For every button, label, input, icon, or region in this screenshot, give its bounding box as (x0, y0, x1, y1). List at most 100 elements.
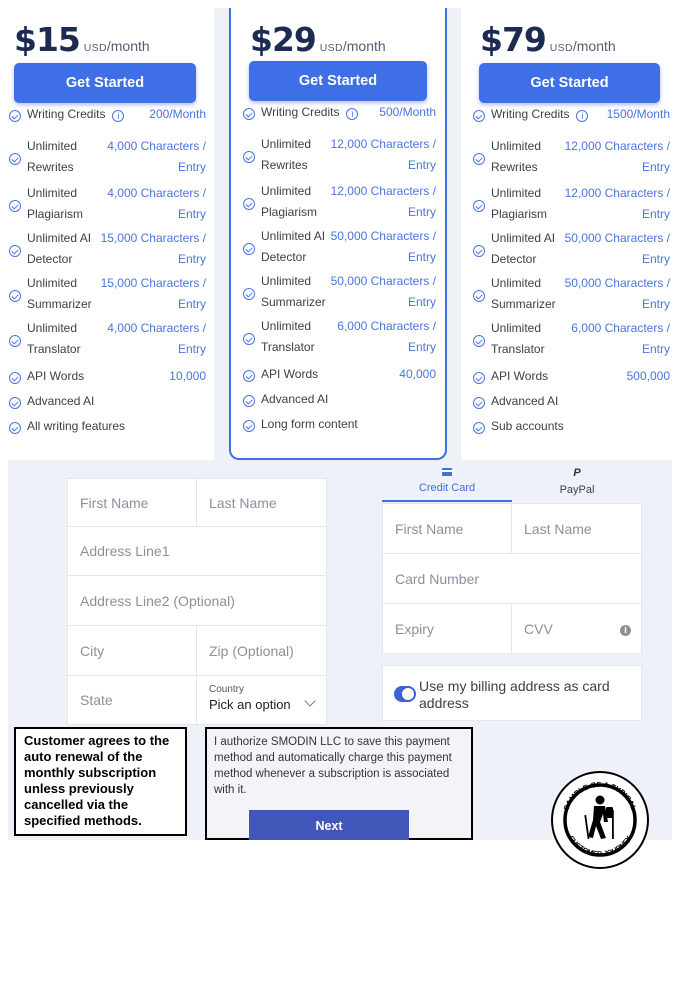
feature-value: 50,000 Characters / Entry (330, 229, 436, 264)
feature-name-text: Unlimited Rewrites (491, 139, 542, 174)
feature-name-text: Unlimited Rewrites (27, 139, 78, 174)
auto-renewal-annotation: Customer agrees to the auto renewal of t… (14, 727, 187, 836)
feature-row: Unlimited Plagiarism 4,000 Characters / E… (8, 183, 214, 225)
check-circle-icon (473, 290, 485, 302)
zip-input[interactable]: Zip (Optional) (196, 625, 327, 676)
feature-name: Unlimited Summarizer (491, 273, 556, 315)
feature-row: Unlimited AI Detector 50,000 Characters /… (231, 226, 445, 268)
card-number-input[interactable]: Card Number (382, 553, 642, 604)
credit-card-icon (442, 468, 452, 476)
feature-value: 15,000 Characters / Entry (100, 231, 206, 266)
feature-name-text: Unlimited AI Detector (27, 231, 92, 266)
feature-value: 4,000 Characters / Entry (107, 139, 206, 174)
info-icon[interactable]: i (112, 110, 125, 122)
expiry-placeholder: Expiry (395, 620, 434, 637)
state-input[interactable]: State (67, 675, 197, 725)
check-circle-icon (473, 422, 485, 434)
feature-row: API Words 40,000 (231, 364, 445, 385)
city-placeholder: City (80, 642, 105, 659)
feature-row: Unlimited Summarizer 50,000 Characters / … (231, 271, 445, 313)
feature-name-text: Unlimited Summarizer (27, 276, 92, 311)
city-input[interactable]: City (67, 625, 197, 676)
check-circle-icon (9, 110, 21, 122)
feature-value: 50,000 Characters / Entry (564, 231, 670, 266)
check-circle-icon (9, 200, 21, 212)
feature-name-text: Unlimited Plagiarism (27, 186, 84, 221)
tab-paypal[interactable]: P PayPal (512, 462, 642, 502)
feature-name: Long form content (261, 414, 358, 435)
country-label: Country (209, 684, 245, 695)
feature-row: Advanced AI (461, 391, 672, 412)
feature-value: 50,000 Characters / Entry (564, 276, 670, 311)
billing-first-name-input[interactable]: First Name (67, 478, 197, 527)
billing-address-toggle[interactable] (394, 686, 416, 702)
price-period: USD/month (546, 38, 616, 54)
check-circle-icon (473, 153, 485, 165)
get-started-button[interactable]: Get Started (479, 63, 660, 103)
next-button[interactable]: Next (249, 810, 409, 840)
billing-last-name-input[interactable]: Last Name (196, 478, 327, 527)
address-line2-placeholder: Address Line2 (Optional) (80, 592, 235, 609)
check-circle-icon (473, 245, 485, 257)
card-last-name-input[interactable]: Last Name (511, 503, 642, 554)
feature-name-text: Unlimited Translator (261, 319, 315, 354)
paypal-icon: P (573, 467, 581, 479)
feature-value: 1500/Month (606, 107, 670, 121)
info-icon[interactable]: i (346, 108, 359, 120)
country-select[interactable]: Country Pick an option (196, 675, 327, 725)
check-circle-icon (243, 151, 255, 163)
cvv-input[interactable]: CVV i (511, 603, 642, 654)
feature-name: Advanced AI (261, 389, 328, 410)
feature-name: Unlimited AI Detector (261, 226, 325, 268)
info-icon[interactable]: i (576, 110, 589, 122)
price-currency: USD (83, 42, 107, 54)
plan-card-basic: $15 USD/month Get Started Writing Credits i… (8, 8, 214, 460)
check-circle-icon (473, 110, 485, 122)
get-started-button[interactable]: Get Started (249, 61, 427, 101)
feature-row: Sub accounts (461, 416, 672, 437)
tab-credit-card[interactable]: Credit Card (382, 462, 512, 502)
zip-placeholder: Zip (Optional) (209, 642, 294, 659)
feature-row: Unlimited Translator 6,000 Characters / E… (461, 318, 672, 360)
price-amount: $15 (14, 20, 81, 59)
feature-row: Unlimited Rewrites 12,000 Characters / En… (461, 136, 672, 178)
card-first-name-input[interactable]: First Name (382, 503, 512, 554)
feature-name: Unlimited Translator (27, 318, 81, 360)
feature-name-text: Unlimited AI Detector (261, 229, 326, 264)
feature-name: Unlimited Translator (491, 318, 545, 360)
billing-address-toggle-label: Use my billing address as card address (419, 678, 610, 711)
feature-name: Unlimited Summarizer (27, 273, 92, 315)
price-period: USD/month (316, 38, 386, 54)
check-circle-icon (9, 245, 21, 257)
check-circle-icon (243, 243, 255, 255)
feature-value: 4,000 Characters / Entry (107, 186, 206, 221)
expiry-input[interactable]: Expiry (382, 603, 512, 654)
feature-name-text: API Words (261, 367, 319, 381)
card-number-placeholder: Card Number (395, 570, 480, 587)
feature-name: Unlimited AI Detector (27, 228, 91, 270)
price: $79 USD/month (480, 20, 616, 59)
billing-first-name-placeholder: First Name (80, 494, 149, 511)
feature-row: Unlimited AI Detector 50,000 Characters /… (461, 228, 672, 270)
info-icon[interactable]: i (620, 625, 631, 636)
check-circle-icon (9, 153, 21, 165)
address-line1-input[interactable]: Address Line1 (67, 526, 327, 576)
feature-row: Writing Credits i 1500/Month (461, 104, 672, 125)
check-circle-icon (9, 290, 21, 302)
feature-row: Advanced AI (231, 389, 445, 410)
feature-row: Long form content (231, 414, 445, 435)
check-circle-icon (243, 420, 255, 432)
feature-row: Unlimited Summarizer 15,000 Characters / … (8, 273, 214, 315)
feature-name: Advanced AI (491, 391, 558, 412)
price-currency: USD (549, 42, 573, 54)
card-last-name-placeholder: Last Name (524, 520, 592, 537)
feature-name-text: Sub accounts (491, 419, 564, 433)
check-circle-icon (243, 198, 255, 210)
address-line2-input[interactable]: Address Line2 (Optional) (67, 575, 327, 626)
get-started-button[interactable]: Get Started (14, 63, 196, 103)
feature-row: Unlimited Plagiarism 12,000 Characters / … (231, 181, 445, 223)
price-interval: /month (106, 38, 150, 54)
feature-name-text: Writing Credits (261, 105, 340, 119)
feature-row: Unlimited Translator 6,000 Characters / E… (231, 316, 445, 358)
plan-card-business: $79 USD/month Get Started Writing Credits i… (461, 8, 672, 460)
